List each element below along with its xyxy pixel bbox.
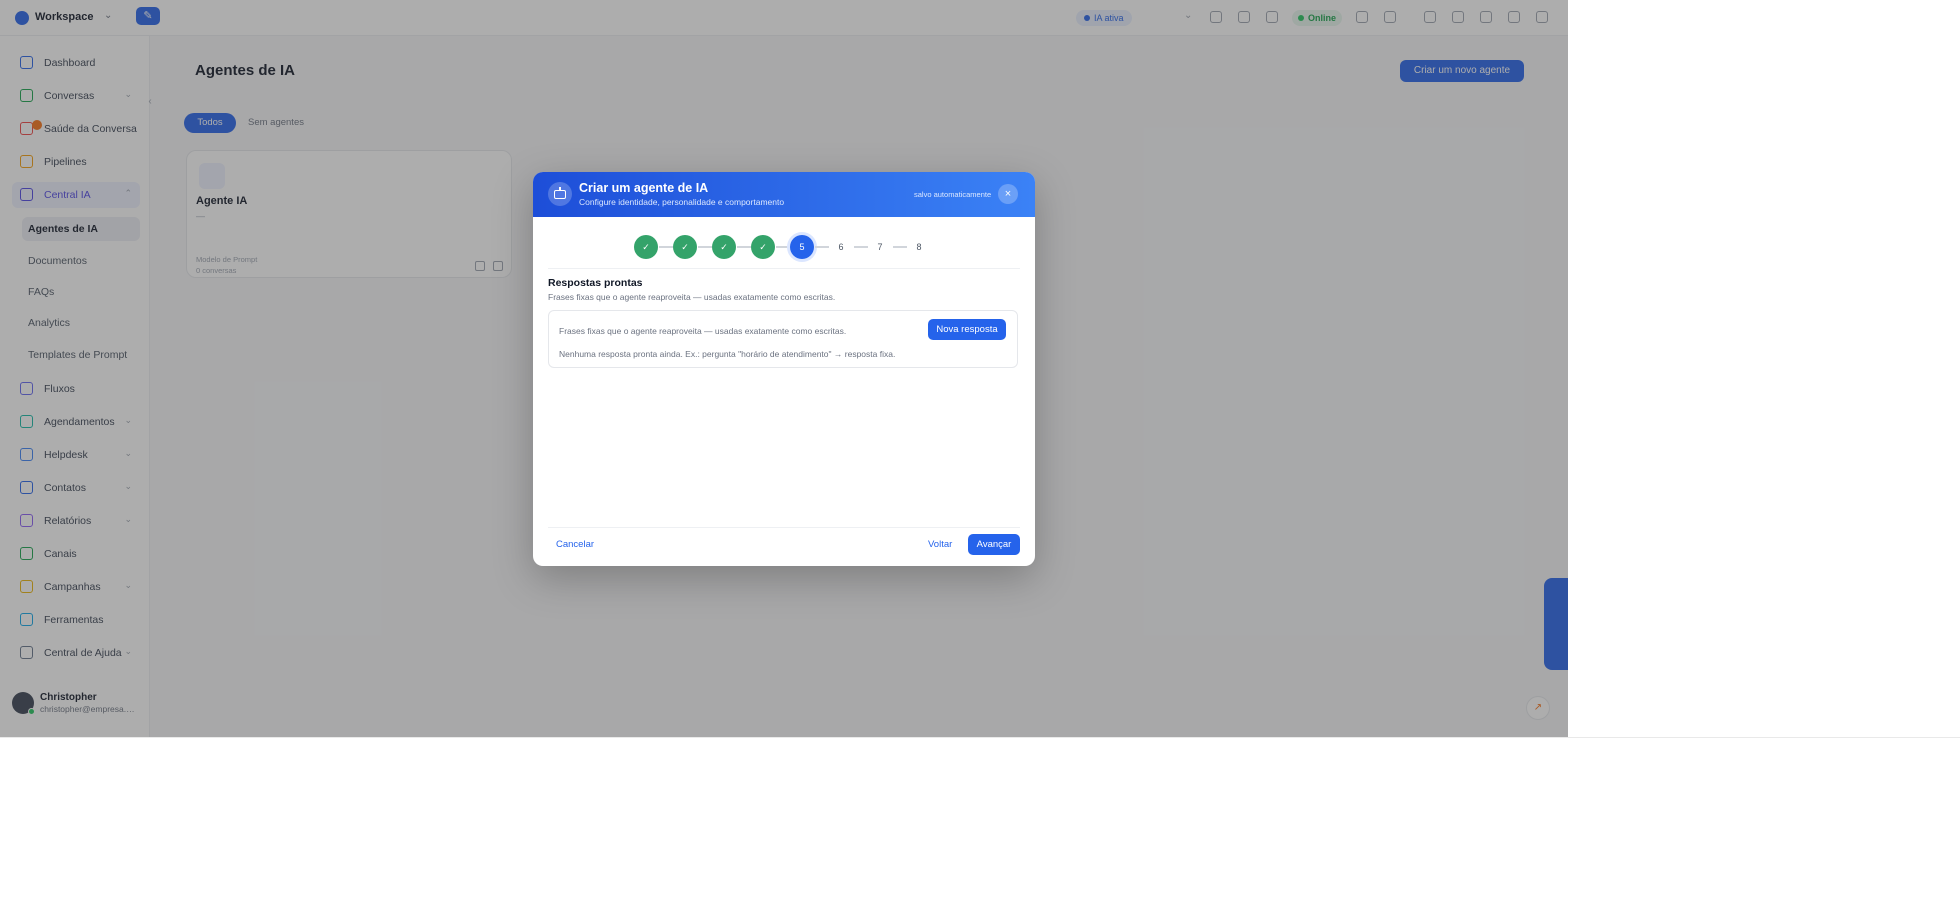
autosave-status: salvo automaticamente [914, 190, 992, 199]
step-connector [893, 246, 907, 248]
new-response-button[interactable]: Nova resposta [928, 319, 1006, 340]
blank-area [1568, 0, 1960, 737]
step-3[interactable]: ✓ [712, 235, 736, 259]
step-7[interactable]: 7 [868, 235, 892, 259]
back-button[interactable]: Voltar [922, 534, 958, 555]
divider [548, 268, 1020, 269]
close-icon[interactable]: × [998, 184, 1018, 204]
step-1[interactable]: ✓ [634, 235, 658, 259]
modal-header: Criar um agente de IA Configure identida… [533, 172, 1035, 217]
empty-state-text: Nenhuma resposta pronta ainda. Ex.: perg… [559, 349, 896, 359]
step-4[interactable]: ✓ [751, 235, 775, 259]
blank-area [0, 737, 1960, 921]
step-2[interactable]: ✓ [673, 235, 697, 259]
step-8[interactable]: 8 [907, 235, 931, 259]
step-5[interactable]: 5 [790, 235, 814, 259]
cancel-button[interactable]: Cancelar [549, 534, 601, 555]
create-agent-modal: Criar um agente de IA Configure identida… [533, 172, 1035, 566]
step-connector [854, 246, 868, 248]
divider [548, 527, 1020, 528]
next-button[interactable]: Avançar [968, 534, 1020, 555]
step-connector [659, 246, 673, 248]
step-connector [776, 246, 790, 248]
step-6[interactable]: 6 [829, 235, 853, 259]
modal-title: Criar um agente de IA [579, 181, 709, 195]
robot-icon [548, 182, 572, 206]
ready-responses-panel: Frases fixas que o agente reaproveita — … [548, 310, 1018, 368]
step-connector [698, 246, 712, 248]
panel-description: Frases fixas que o agente reaproveita — … [559, 326, 847, 336]
modal-subtitle: Configure identidade, personalidade e co… [579, 197, 785, 207]
section-description: Frases fixas que o agente reaproveita — … [548, 292, 836, 302]
section-title: Respostas prontas [548, 277, 643, 289]
step-connector [737, 246, 751, 248]
step-connector [815, 246, 829, 248]
app-window: Workspace ⌄ ✎ IA ativa ⌄ Online ‹ Dashbo… [0, 0, 1568, 737]
stepper: ✓ ✓ ✓ ✓ 5 6 7 8 [533, 235, 1035, 261]
